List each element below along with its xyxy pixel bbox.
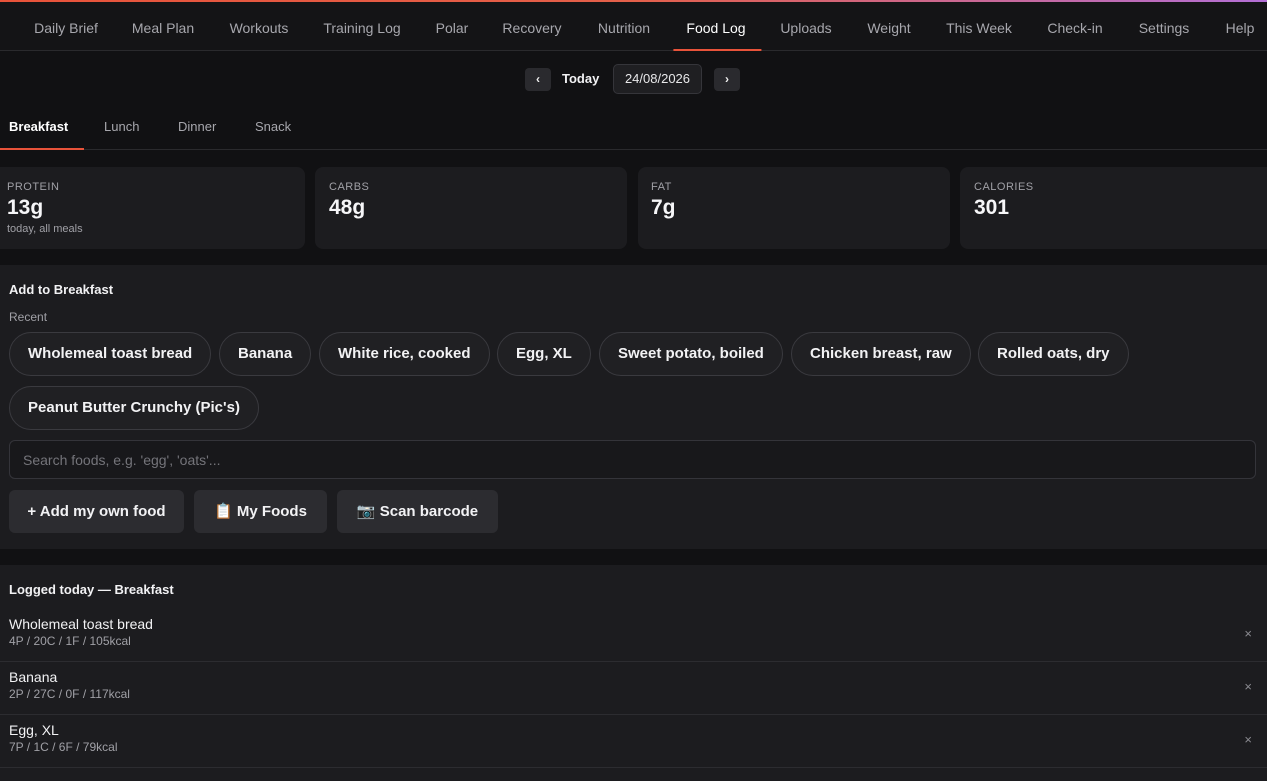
nav-uploads[interactable]: Uploads [780,2,831,50]
stat-value: 7g [651,196,676,219]
stat-label: CARBS [329,181,370,193]
recent-chip[interactable]: Wholemeal toast bread [9,332,212,376]
nav-training-log[interactable]: Training Log [323,2,400,50]
recent-label: Recent [9,310,48,324]
nav-daily-brief[interactable]: Daily Brief [34,2,98,50]
nav-this-week[interactable]: This Week [946,2,1012,50]
stat-card-protein: PROTEIN 13g today, all meals [0,167,305,249]
my-foods-button[interactable]: 📋 My Foods [194,490,327,533]
nav-food-log[interactable]: Food Log [673,2,762,51]
stat-value: 301 [974,196,1010,219]
remove-icon[interactable]: × [1244,679,1252,694]
stat-label: PROTEIN [7,181,60,193]
logged-item-name: Banana [9,669,58,685]
nav-polar[interactable]: Polar [436,2,469,50]
logged-item: Wholemeal toast bread 4P / 20C / 1F / 10… [0,609,1267,662]
add-own-food-button[interactable]: + Add my own food [9,490,184,533]
add-panel-title: Add to Breakfast [9,282,114,297]
date-navigator: ‹ Today 24/08/2026 › [0,51,1267,107]
prev-day-button[interactable]: ‹ [525,68,551,91]
add-food-panel: Add to Breakfast Recent Wholemeal toast … [0,265,1267,549]
stat-card-carbs: CARBS 48g [315,167,627,249]
tab-breakfast[interactable]: Breakfast [0,107,85,150]
meal-tabs: Breakfast Lunch Dinner Snack [0,107,1267,150]
next-day-button[interactable]: › [714,68,740,91]
nav-recovery[interactable]: Recovery [502,2,561,50]
nav-meal-plan[interactable]: Meal Plan [132,2,194,50]
tab-snack[interactable]: Snack [255,107,291,149]
nav-check-in[interactable]: Check-in [1047,2,1102,50]
date-field[interactable]: 24/08/2026 [613,64,702,94]
nav-help[interactable]: Help [1226,2,1255,50]
stat-card-fat: FAT 7g [638,167,950,249]
recent-chip[interactable]: Sweet potato, boiled [599,332,783,376]
logged-item-macros: 2P / 27C / 0F / 117kcal [9,687,130,701]
nav-settings[interactable]: Settings [1139,2,1190,50]
stat-note: today, all meals [7,223,83,235]
stat-label: FAT [651,181,672,193]
stat-value: 13g [7,196,44,219]
stat-value: 48g [329,196,366,219]
today-button[interactable]: Today [562,71,599,86]
recent-chip[interactable]: White rice, cooked [319,332,490,376]
tab-lunch[interactable]: Lunch [104,107,139,149]
logged-item-name: Wholemeal toast bread [9,616,153,632]
nav-weight[interactable]: Weight [867,2,910,50]
nav-nutrition[interactable]: Nutrition [598,2,650,50]
logged-item: Egg, XL 7P / 1C / 6F / 79kcal × [0,715,1267,768]
stat-card-calories: CALORIES 301 [960,167,1267,249]
recent-chip[interactable]: Peanut Butter Crunchy (Pic's) [9,386,259,430]
remove-icon[interactable]: × [1244,732,1252,747]
recent-chip[interactable]: Egg, XL [497,332,591,376]
food-search-input[interactable] [9,440,1256,479]
stat-label: CALORIES [974,181,1034,193]
logged-item-macros: 7P / 1C / 6F / 79kcal [9,740,118,754]
recent-chip[interactable]: Rolled oats, dry [978,332,1129,376]
logged-panel: Logged today — Breakfast Wholemeal toast… [0,565,1267,781]
scan-barcode-button[interactable]: 📷 Scan barcode [337,490,498,533]
recent-chip[interactable]: Chicken breast, raw [791,332,971,376]
logged-title: Logged today — Breakfast [9,582,174,597]
recent-chip[interactable]: Banana [219,332,312,376]
top-nav: Daily Brief Meal Plan Workouts Training … [0,2,1267,51]
tab-dinner[interactable]: Dinner [178,107,216,149]
nav-workouts[interactable]: Workouts [230,2,289,50]
logged-item: Banana 2P / 27C / 0F / 117kcal × [0,662,1267,715]
logged-item-macros: 4P / 20C / 1F / 105kcal [9,634,131,648]
logged-item-name: Egg, XL [9,722,59,738]
remove-icon[interactable]: × [1244,626,1252,641]
